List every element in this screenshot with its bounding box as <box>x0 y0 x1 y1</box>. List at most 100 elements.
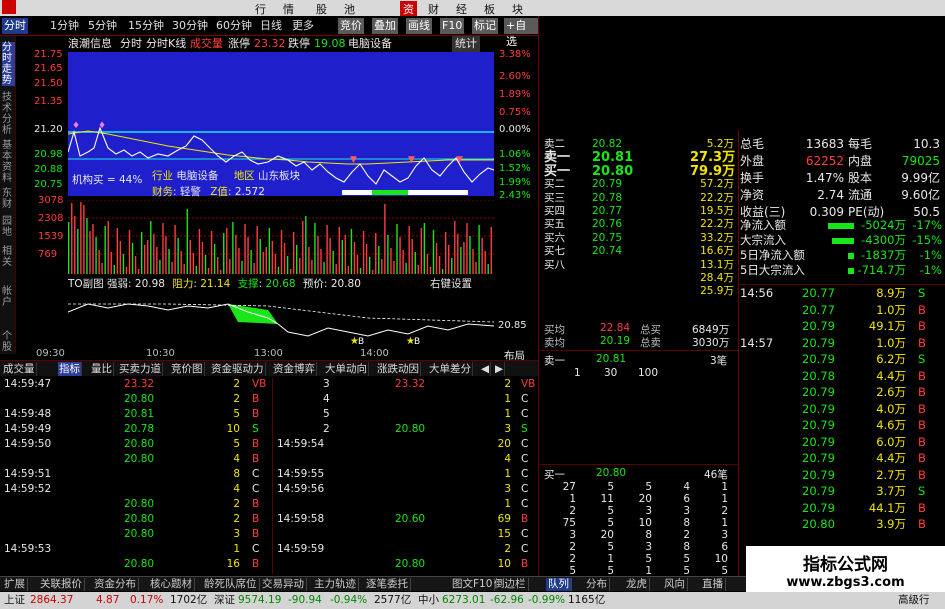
footer-tab-6[interactable]: 主力轨迹 <box>312 578 359 591</box>
period-tab-more[interactable]: 更多 <box>290 18 316 34</box>
subtab-big-order[interactable]: 大单动向 <box>324 362 369 376</box>
sme-index-amount: 1165亿 <box>568 594 606 606</box>
menu-item[interactable]: 资 <box>400 1 417 17</box>
volume-bar <box>341 240 343 274</box>
scroll-right-icon[interactable]: ▶ <box>494 362 506 376</box>
right-click-settings[interactable]: 右键设置 <box>430 276 472 291</box>
period-tab-fenshi[interactable]: 分时 <box>2 18 28 34</box>
tick-volume: 4.0万 <box>876 401 906 416</box>
scroll-left-icon[interactable]: ◀ <box>480 362 492 376</box>
period-tab-30min[interactable]: 30分钟 <box>170 18 210 34</box>
subtab-fund-drive[interactable]: 资金驱动力 <box>210 362 266 376</box>
price-tick: 20.98 <box>34 149 63 160</box>
footer-tab-9[interactable]: 倒边栏 <box>492 578 529 591</box>
table-row: 20.80 3.9万 B <box>738 518 945 531</box>
subtab-volratio[interactable]: 量比 <box>90 362 114 376</box>
mark-button[interactable]: 标记 <box>472 18 498 34</box>
menu-item[interactable]: 股 <box>316 1 327 17</box>
period-tab-5min[interactable]: 5分钟 <box>86 18 119 34</box>
volume-bar <box>223 233 225 274</box>
footer-tab-7[interactable]: 逐笔委托 <box>364 578 411 591</box>
tick-price: 20.80 <box>802 517 835 531</box>
order-price: 20.76 <box>592 218 623 231</box>
footer-tab-1[interactable]: 关联报价 <box>38 578 85 591</box>
menu-item[interactable]: 情 <box>283 1 294 17</box>
indicator-name[interactable]: TO副图 <box>68 278 104 290</box>
footer-tab-11[interactable]: 分布 <box>584 578 610 591</box>
footer-tab-13[interactable]: 风向 <box>662 578 688 591</box>
institution-label: 机构买 <box>72 174 104 186</box>
volume-bar <box>110 252 112 274</box>
auction-button[interactable]: 竞价 <box>338 18 364 34</box>
volume-bar <box>235 235 237 274</box>
vtab-tech[interactable]: 技术分析 <box>2 92 15 136</box>
footer-tab-5[interactable]: 交易异动 <box>260 578 307 591</box>
footer-tab-0[interactable]: 扩展 <box>2 578 28 591</box>
footer-tab-8[interactable]: 图文F10 <box>450 578 496 591</box>
subtab-fund-game[interactable]: 资金博弈 <box>272 362 317 376</box>
subtab-indicator[interactable]: 指标 <box>58 362 82 376</box>
footer-tab-14[interactable]: 直播 <box>700 578 726 591</box>
add-watchlist-button[interactable]: +自选 <box>504 18 538 48</box>
footer-tab-4[interactable]: 龄死队席位 <box>202 578 260 591</box>
volume-bar <box>466 223 468 274</box>
total-sell-label: 总卖 <box>640 337 661 349</box>
menu-item[interactable]: 行 <box>255 1 266 17</box>
subtab-force[interactable]: 买卖力道 <box>118 362 163 376</box>
period-tab-day[interactable]: 日线 <box>258 18 284 34</box>
tab-fenshi[interactable]: 分时 <box>120 36 142 52</box>
volume-bar <box>229 259 231 274</box>
volume-bar <box>204 255 207 274</box>
vtab-forum[interactable]: 园地 <box>2 216 15 238</box>
menu-item[interactable]: 板 <box>484 1 495 17</box>
menu-item[interactable]: 经 <box>456 1 467 17</box>
tick-volume: 1 <box>504 498 511 510</box>
table-row: 20.80 3 B <box>0 528 272 541</box>
limit-up-value: 23.32 <box>254 37 286 50</box>
subtab-big-diff[interactable]: 大单差分 <box>428 362 473 376</box>
tab-fenshi-k[interactable]: 分时K线 <box>146 36 186 52</box>
vtab-fenshi[interactable]: 分时走势 <box>2 42 15 86</box>
institution-value: = 44% <box>106 174 143 186</box>
volume-bar <box>353 242 356 274</box>
table-row: 20.79 2.7万 B <box>738 468 945 482</box>
footer-tab-12[interactable]: 龙虎 <box>624 578 650 591</box>
tick-volume: 1.0万 <box>876 335 906 350</box>
period-tab-1min[interactable]: 1分钟 <box>48 18 81 34</box>
period-tab-60min[interactable]: 60分钟 <box>214 18 254 34</box>
menu-item[interactable]: 池 <box>344 1 355 17</box>
footer-tab-10[interactable]: 队列 <box>546 578 572 591</box>
subtab-cause[interactable]: 涨跌动因 <box>376 362 421 376</box>
vtab-basic[interactable]: 基本资料 <box>2 140 15 184</box>
subtab-volume[interactable]: 成交量 <box>2 362 37 376</box>
tick-side: C <box>521 393 529 405</box>
overlay-button[interactable]: 叠加 <box>372 18 398 34</box>
vtab-related[interactable]: 相关 <box>2 246 15 268</box>
tick-volume: 4.4万 <box>876 368 906 383</box>
subtab-auction[interactable]: 竞价图 <box>170 362 205 376</box>
draw-line-button[interactable]: 画线 <box>406 18 432 34</box>
footer-tab-2[interactable]: 资金分布 <box>92 578 139 591</box>
order-book-row: 28.4万 <box>540 272 738 285</box>
order-book-row: 25.9万 <box>540 285 738 298</box>
period-tab-15min[interactable]: 15分钟 <box>126 18 166 34</box>
vtab-account[interactable]: 帐户 <box>2 286 15 308</box>
stats-button[interactable]: 统计 <box>452 36 480 52</box>
table-row: 14:59:55 1 C <box>273 468 541 481</box>
vtab-east[interactable]: 东财 <box>2 188 15 210</box>
order-book-row: 买三 20.78 22.2万 <box>540 192 738 205</box>
volume-bar <box>323 262 325 274</box>
volume-bar <box>283 243 286 274</box>
volume-bar <box>140 232 143 274</box>
menu-item[interactable]: 块 <box>512 1 523 17</box>
footer-tab-3[interactable]: 核心题材 <box>148 578 195 591</box>
table-row: 20.80 10 B <box>273 558 541 571</box>
tick-price: 20.80 <box>124 438 155 450</box>
f10-button[interactable]: F10 <box>440 18 465 34</box>
table-row: 20.79 44.1万 B <box>738 501 945 515</box>
volume-bar <box>317 236 319 274</box>
stat-value: 9.60亿 <box>901 188 940 202</box>
menu-item[interactable]: 财 <box>428 1 439 17</box>
vtab-stock[interactable]: 个股 <box>2 331 15 353</box>
table-row: 20.80 16 B <box>0 558 272 571</box>
